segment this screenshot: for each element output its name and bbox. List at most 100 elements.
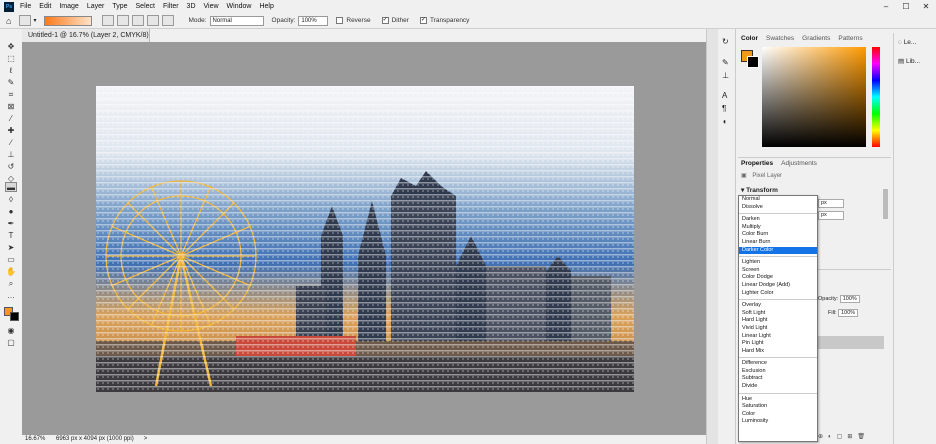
blend-subtract[interactable]: Subtract: [739, 375, 817, 383]
brush-tool-icon[interactable]: ∕: [5, 138, 17, 148]
tab-color[interactable]: Color: [741, 35, 758, 42]
blend-overlay[interactable]: Overlay: [739, 302, 817, 310]
blend-color-dodge[interactable]: Color Dodge: [739, 274, 817, 282]
menu-window[interactable]: Window: [227, 3, 252, 10]
blend-linear-light[interactable]: Linear Light: [739, 333, 817, 341]
blend-color-burn[interactable]: Color Burn: [739, 231, 817, 239]
screen-mode-icon[interactable]: ▢: [5, 338, 17, 348]
paragraph-icon[interactable]: ¶: [722, 104, 726, 113]
status-arrow-icon[interactable]: >: [144, 435, 148, 444]
dodge-tool-icon[interactable]: ●: [5, 207, 17, 217]
healing-brush-tool-icon[interactable]: ✚: [5, 126, 17, 136]
character-icon[interactable]: A: [722, 91, 727, 100]
tab-patterns[interactable]: Patterns: [838, 35, 862, 42]
layer-opacity-input[interactable]: 100%: [839, 295, 860, 303]
hue-slider[interactable]: [872, 47, 880, 147]
blend-difference[interactable]: Difference: [739, 360, 817, 368]
blend-multiply[interactable]: Multiply: [739, 224, 817, 232]
blend-dissolve[interactable]: Dissolve: [739, 204, 817, 212]
linear-gradient-icon[interactable]: [102, 15, 115, 26]
tab-swatches[interactable]: Swatches: [766, 35, 794, 42]
blend-exclusion[interactable]: Exclusion: [739, 368, 817, 376]
menu-view[interactable]: View: [204, 3, 219, 10]
mode-select[interactable]: Normal: [209, 15, 264, 26]
panel-background-swatch[interactable]: [747, 56, 759, 68]
crop-tool-icon[interactable]: ⌗: [5, 90, 17, 100]
menu-help[interactable]: Help: [259, 3, 273, 10]
blur-tool-icon[interactable]: ◊: [5, 195, 17, 205]
menu-edit[interactable]: Edit: [39, 3, 51, 10]
quick-mask-icon[interactable]: ◉: [5, 326, 17, 336]
blend-saturation[interactable]: Saturation: [739, 403, 817, 411]
blend-normal[interactable]: Normal: [739, 196, 817, 204]
blend-pin-light[interactable]: Pin Light: [739, 340, 817, 348]
close-window-button[interactable]: ✕: [916, 0, 936, 13]
opacity-input[interactable]: 100%: [298, 15, 329, 26]
selected-layer-row[interactable]: [818, 336, 884, 349]
transform-header[interactable]: ▾ Transform: [741, 186, 778, 194]
blend-linear-burn[interactable]: Linear Burn: [739, 239, 817, 247]
rectangle-tool-icon[interactable]: ▭: [5, 255, 17, 265]
gradient-swatch[interactable]: [44, 15, 93, 26]
lasso-tool-icon[interactable]: ℓ: [5, 66, 17, 76]
blend-color[interactable]: Color: [739, 411, 817, 419]
menu-file[interactable]: File: [20, 3, 31, 10]
learn-item[interactable]: ◌ Le...: [898, 39, 916, 46]
glyphs-icon[interactable]: ◖: [722, 117, 727, 126]
blend-divide[interactable]: Divide: [739, 383, 817, 391]
menu-select[interactable]: Select: [136, 3, 155, 10]
properties-scrollbar[interactable]: [883, 189, 888, 219]
pen-tool-icon[interactable]: ✒: [5, 219, 17, 229]
blend-luminosity[interactable]: Luminosity: [739, 418, 817, 426]
radial-gradient-icon[interactable]: [117, 15, 130, 26]
diamond-gradient-icon[interactable]: [162, 15, 175, 26]
clone-source-icon[interactable]: ⊥: [722, 71, 729, 80]
panel-collapse-strip[interactable]: [706, 29, 718, 444]
history-icon[interactable]: ↻: [722, 37, 729, 46]
blend-linear-dodge[interactable]: Linear Dodge (Add): [739, 282, 817, 290]
blend-hue[interactable]: Hue: [739, 396, 817, 404]
reflected-gradient-icon[interactable]: [147, 15, 160, 26]
blend-hard-mix[interactable]: Hard Mix: [739, 348, 817, 356]
color-picker-field[interactable]: [762, 47, 866, 147]
path-select-tool-icon[interactable]: ➤: [5, 243, 17, 253]
blend-soft-light[interactable]: Soft Light: [739, 310, 817, 318]
frame-tool-icon[interactable]: ⊠: [5, 102, 17, 112]
photoshop-logo[interactable]: Ps: [4, 1, 14, 12]
layer-actions[interactable]: ⊕◐▢⊞🗑: [818, 433, 870, 440]
reverse-checkbox[interactable]: [336, 17, 344, 24]
document-tab[interactable]: Untitled-1 @ 16.7% (Layer 2, CMYK/8) * ×: [22, 29, 150, 52]
blend-hard-light[interactable]: Hard Light: [739, 317, 817, 325]
libraries-item[interactable]: ▤ Lib...: [898, 57, 920, 65]
layer-fill-input[interactable]: 100%: [838, 309, 859, 317]
menu-filter[interactable]: Filter: [163, 3, 179, 10]
blend-lighter-color[interactable]: Lighter Color: [739, 290, 817, 298]
tab-gradients[interactable]: Gradients: [802, 35, 830, 42]
blend-darken[interactable]: Darken: [739, 216, 817, 224]
canvas-image[interactable]: [96, 86, 634, 392]
tab-adjustments[interactable]: Adjustments: [781, 160, 817, 167]
hand-tool-icon[interactable]: ✋: [5, 267, 17, 277]
zoom-tool-icon[interactable]: ⌕: [5, 279, 17, 289]
home-icon[interactable]: ⌂: [6, 16, 11, 26]
dither-checkbox[interactable]: [381, 17, 389, 24]
width-field[interactable]: px: [818, 199, 844, 208]
menu-layer[interactable]: Layer: [87, 3, 105, 10]
brush-settings-icon[interactable]: ✎: [722, 58, 729, 67]
blend-vivid-light[interactable]: Vivid Light: [739, 325, 817, 333]
transparency-checkbox[interactable]: [419, 17, 427, 24]
menu-type[interactable]: Type: [112, 3, 127, 10]
quick-select-tool-icon[interactable]: ✎: [5, 78, 17, 88]
minimize-button[interactable]: –: [876, 0, 896, 13]
history-brush-tool-icon[interactable]: ↺: [5, 162, 17, 172]
maximize-button[interactable]: ☐: [896, 0, 916, 13]
blend-screen[interactable]: Screen: [739, 267, 817, 275]
more-tools-icon[interactable]: …: [5, 291, 17, 301]
height-field[interactable]: px: [818, 211, 844, 220]
eyedropper-tool-icon[interactable]: ⁄: [5, 114, 17, 124]
zoom-level[interactable]: 16.67%: [22, 435, 50, 444]
blend-darker-color[interactable]: Darker Color: [739, 246, 817, 255]
move-tool-icon[interactable]: ✥: [5, 42, 17, 52]
type-tool-icon[interactable]: T: [5, 231, 17, 241]
clone-stamp-tool-icon[interactable]: ⊥: [5, 150, 17, 160]
